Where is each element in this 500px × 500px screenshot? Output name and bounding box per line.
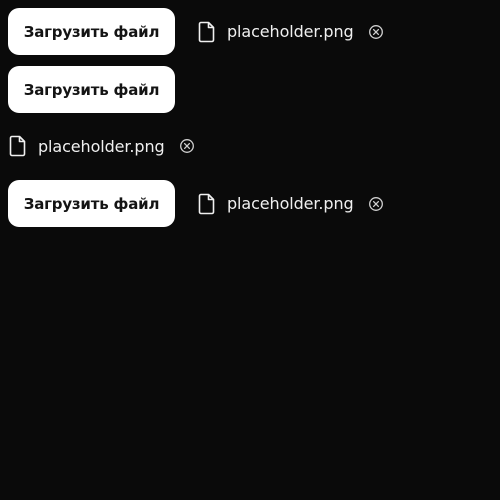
file-uploader: Загрузить файл placeholder.png — [8, 180, 384, 227]
upload-file-button[interactable]: Загрузить файл — [8, 180, 175, 227]
file-icon — [9, 135, 26, 157]
file-icon — [198, 21, 215, 42]
file-name: placeholder.png — [227, 194, 354, 213]
file-uploader: Загрузить файл placeholder.png — [8, 8, 384, 55]
close-circle-icon[interactable] — [368, 196, 384, 212]
close-circle-icon[interactable] — [368, 24, 384, 40]
file-name: placeholder.png — [227, 22, 354, 41]
uploaded-file: placeholder.png — [197, 16, 384, 48]
uploaded-file: placeholder.png — [8, 130, 195, 162]
file-icon — [198, 193, 215, 214]
file-name: placeholder.png — [38, 136, 165, 156]
upload-file-button[interactable]: Загрузить файл — [8, 8, 175, 55]
uploaded-file: placeholder.png — [197, 188, 384, 220]
upload-file-button[interactable]: Загрузить файл — [8, 66, 175, 113]
file-upload-demo: Загрузить файл placeholder.png Загрузить… — [0, 0, 500, 500]
close-circle-icon[interactable] — [179, 138, 195, 154]
file-uploader: Загрузить файл — [8, 66, 175, 113]
file-uploader: placeholder.png — [8, 130, 195, 162]
